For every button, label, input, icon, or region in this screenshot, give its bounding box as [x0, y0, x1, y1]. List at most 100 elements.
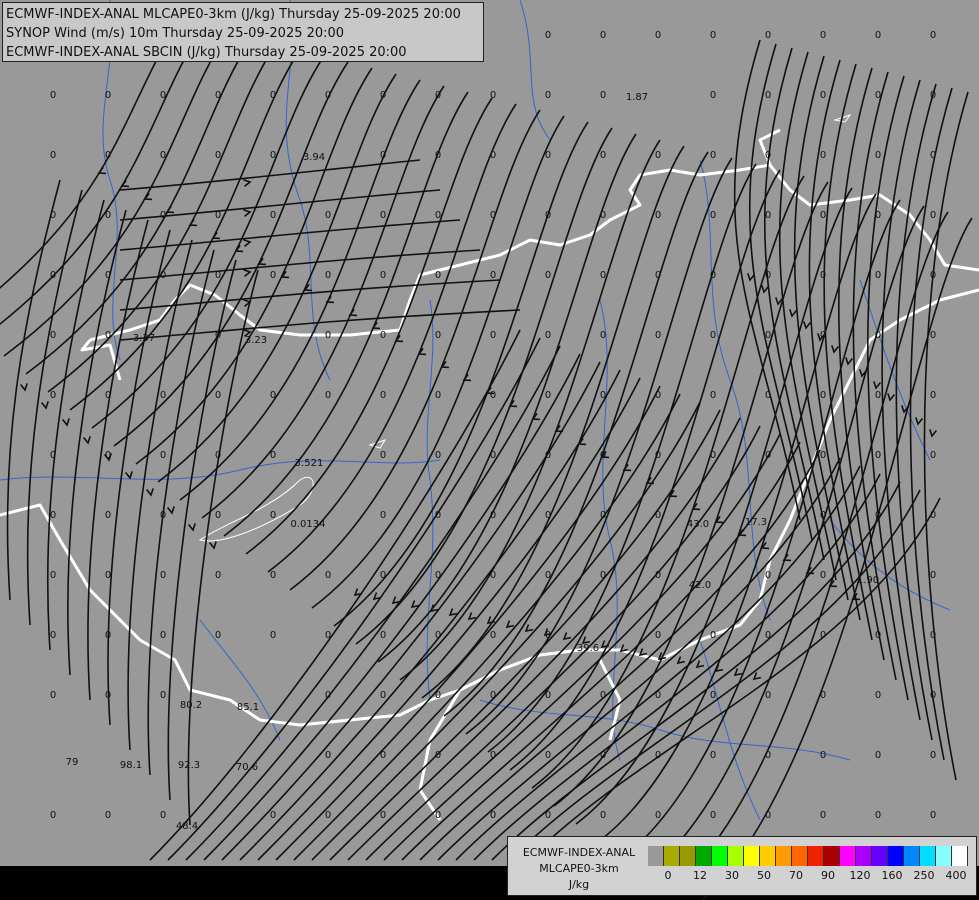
station-value: 0	[325, 330, 331, 341]
station-value: 0	[50, 390, 56, 401]
legend-tick-label: 0	[664, 869, 672, 882]
station-value: 0	[930, 570, 936, 581]
station-value: 0	[655, 210, 661, 221]
station-value: 0	[655, 630, 661, 641]
station-value: 0	[820, 330, 826, 341]
station-value: 0	[930, 390, 936, 401]
station-value: 0	[545, 690, 551, 701]
station-value: 3.94	[303, 152, 325, 163]
legend-swatch	[824, 846, 840, 866]
station-value: 0	[545, 90, 551, 101]
station-value: 0	[930, 750, 936, 761]
station-value: 0	[215, 210, 221, 221]
legend-color-bar	[648, 846, 968, 866]
station-value: 0	[435, 390, 441, 401]
station-value: 0	[545, 390, 551, 401]
station-value: 0	[930, 810, 936, 821]
station-value: 0	[215, 450, 221, 461]
station-value: 0	[545, 750, 551, 761]
station-value: 0	[655, 690, 661, 701]
map-header: ECMWF-INDEX-ANAL MLCAPE0-3km (J/kg) Thur…	[2, 2, 484, 62]
station-value: 0	[600, 570, 606, 581]
station-value: 0	[930, 510, 936, 521]
station-value: 0	[600, 450, 606, 461]
station-value: 0	[710, 150, 716, 161]
legend-tick-label: 120	[849, 869, 871, 882]
station-value: 0	[435, 510, 441, 521]
legend-tick-label: 160	[881, 869, 903, 882]
station-value: 0	[325, 390, 331, 401]
map-canvas: 1.87 3.94 3.23 3.37 3.521 0.0134 43.0 17.3 42.0 1…	[0, 0, 979, 900]
station-value: 3.521	[295, 458, 324, 469]
station-value: 0	[50, 90, 56, 101]
station-value: 0	[655, 570, 661, 581]
station-value: 0	[545, 210, 551, 221]
station-value: 0	[765, 630, 771, 641]
station-value: 0	[270, 150, 276, 161]
station-value: 0	[270, 630, 276, 641]
legend-swatch	[776, 846, 792, 866]
station-value: 0	[490, 330, 496, 341]
station-value: 0	[600, 690, 606, 701]
station-value: 0	[765, 210, 771, 221]
station-value: 0	[160, 630, 166, 641]
legend-source: ECMWF-INDEX-ANAL	[522, 846, 636, 859]
station-value: 3.37	[133, 333, 155, 344]
station-value: 0	[655, 810, 661, 821]
station-value: 0	[215, 570, 221, 581]
station-value: 0	[50, 630, 56, 641]
station-value: 0	[930, 270, 936, 281]
station-value: 0	[50, 570, 56, 581]
station-value: 0	[600, 510, 606, 521]
station-value: 0	[215, 330, 221, 341]
station-value: 0	[435, 630, 441, 641]
station-value: 0	[710, 690, 716, 701]
legend-title: ECMWF-INDEX-ANAL MLCAPE0-3km J/kg	[514, 845, 644, 893]
station-value: 0	[105, 690, 111, 701]
legend-swatch	[808, 846, 824, 866]
station-value: 0	[160, 690, 166, 701]
station-value: 43.0	[687, 519, 709, 530]
legend-tick-label: 400	[945, 869, 967, 882]
station-value: 0	[930, 690, 936, 701]
station-value: 0	[325, 750, 331, 761]
station-value: 0.0134	[291, 519, 326, 530]
station-value: 0	[105, 150, 111, 161]
station-value: 0	[655, 390, 661, 401]
header-line-2: SYNOP Wind (m/s) 10m Thursday 25-09-2025…	[6, 26, 345, 41]
station-value: 0	[105, 810, 111, 821]
station-value: 0	[105, 510, 111, 521]
station-value: 0	[820, 510, 826, 521]
station-value: 3.23	[245, 335, 267, 346]
station-value: 0	[270, 90, 276, 101]
station-value: 0	[875, 690, 881, 701]
station-value: 0	[490, 450, 496, 461]
station-value: 0	[600, 750, 606, 761]
legend-parameter: MLCAPE0-3km	[539, 862, 619, 875]
station-value: 0	[710, 750, 716, 761]
station-value: 70.6	[236, 762, 258, 773]
station-value: 0	[160, 810, 166, 821]
legend-tick-label: 12	[693, 869, 707, 882]
station-value: 0	[215, 390, 221, 401]
legend-tick-label: 90	[821, 869, 835, 882]
station-value: 0	[380, 390, 386, 401]
station-value: 0	[380, 150, 386, 161]
station-value: 0	[105, 570, 111, 581]
station-value: 0	[655, 450, 661, 461]
station-value: 0	[930, 630, 936, 641]
station-value: 0	[710, 270, 716, 281]
station-value: 0	[655, 750, 661, 761]
legend-swatch	[728, 846, 744, 866]
color-legend: ECMWF-INDEX-ANAL MLCAPE0-3km J/kg 0 12 30 5…	[507, 836, 977, 896]
station-value: 0	[270, 810, 276, 821]
station-value: 0	[105, 330, 111, 341]
station-value: 0	[545, 570, 551, 581]
legend-tick-label: 30	[725, 869, 739, 882]
station-value: 0	[215, 150, 221, 161]
station-value: 0	[710, 450, 716, 461]
station-value: 0	[820, 630, 826, 641]
station-value: 0	[325, 210, 331, 221]
station-value: 0	[435, 690, 441, 701]
station-value: 0	[765, 390, 771, 401]
